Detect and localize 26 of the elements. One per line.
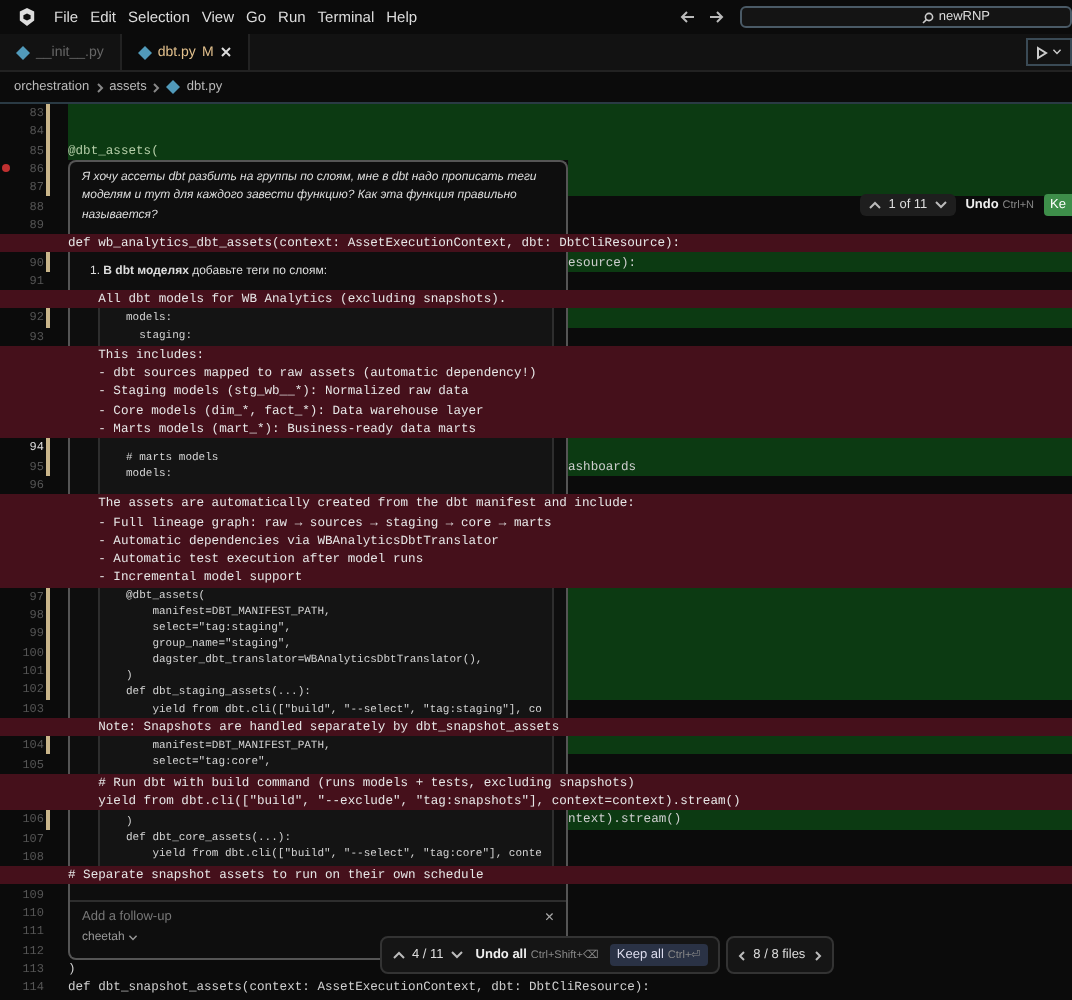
close-icon[interactable] [219, 46, 232, 58]
change-marker [46, 810, 50, 830]
python-file-icon [137, 45, 152, 59]
breakpoint-dot[interactable] [2, 164, 10, 173]
next-change-icon[interactable] [933, 200, 948, 210]
change-marker [46, 308, 50, 328]
previous-file-icon[interactable] [737, 949, 746, 962]
run-button[interactable] [1026, 38, 1072, 66]
chevron-icon [152, 81, 161, 93]
app-logo-icon [18, 8, 36, 26]
chevron-down-icon [1052, 48, 1062, 56]
play-icon [1036, 45, 1048, 59]
back-arrow-icon[interactable] [680, 10, 696, 24]
chevron-icon [95, 81, 104, 93]
previous-change-icon[interactable] [392, 950, 406, 961]
forward-arrow-icon[interactable] [708, 10, 724, 24]
close-button[interactable]: × [544, 908, 554, 927]
next-change-icon[interactable] [449, 950, 464, 961]
search-icon [922, 11, 935, 23]
previous-change-icon[interactable] [868, 200, 883, 210]
chevron-down-icon [128, 934, 139, 943]
python-file-icon [166, 80, 181, 94]
next-file-icon[interactable] [813, 949, 822, 962]
change-marker [46, 252, 50, 272]
python-file-icon [16, 45, 30, 59]
change-marker [46, 736, 50, 755]
